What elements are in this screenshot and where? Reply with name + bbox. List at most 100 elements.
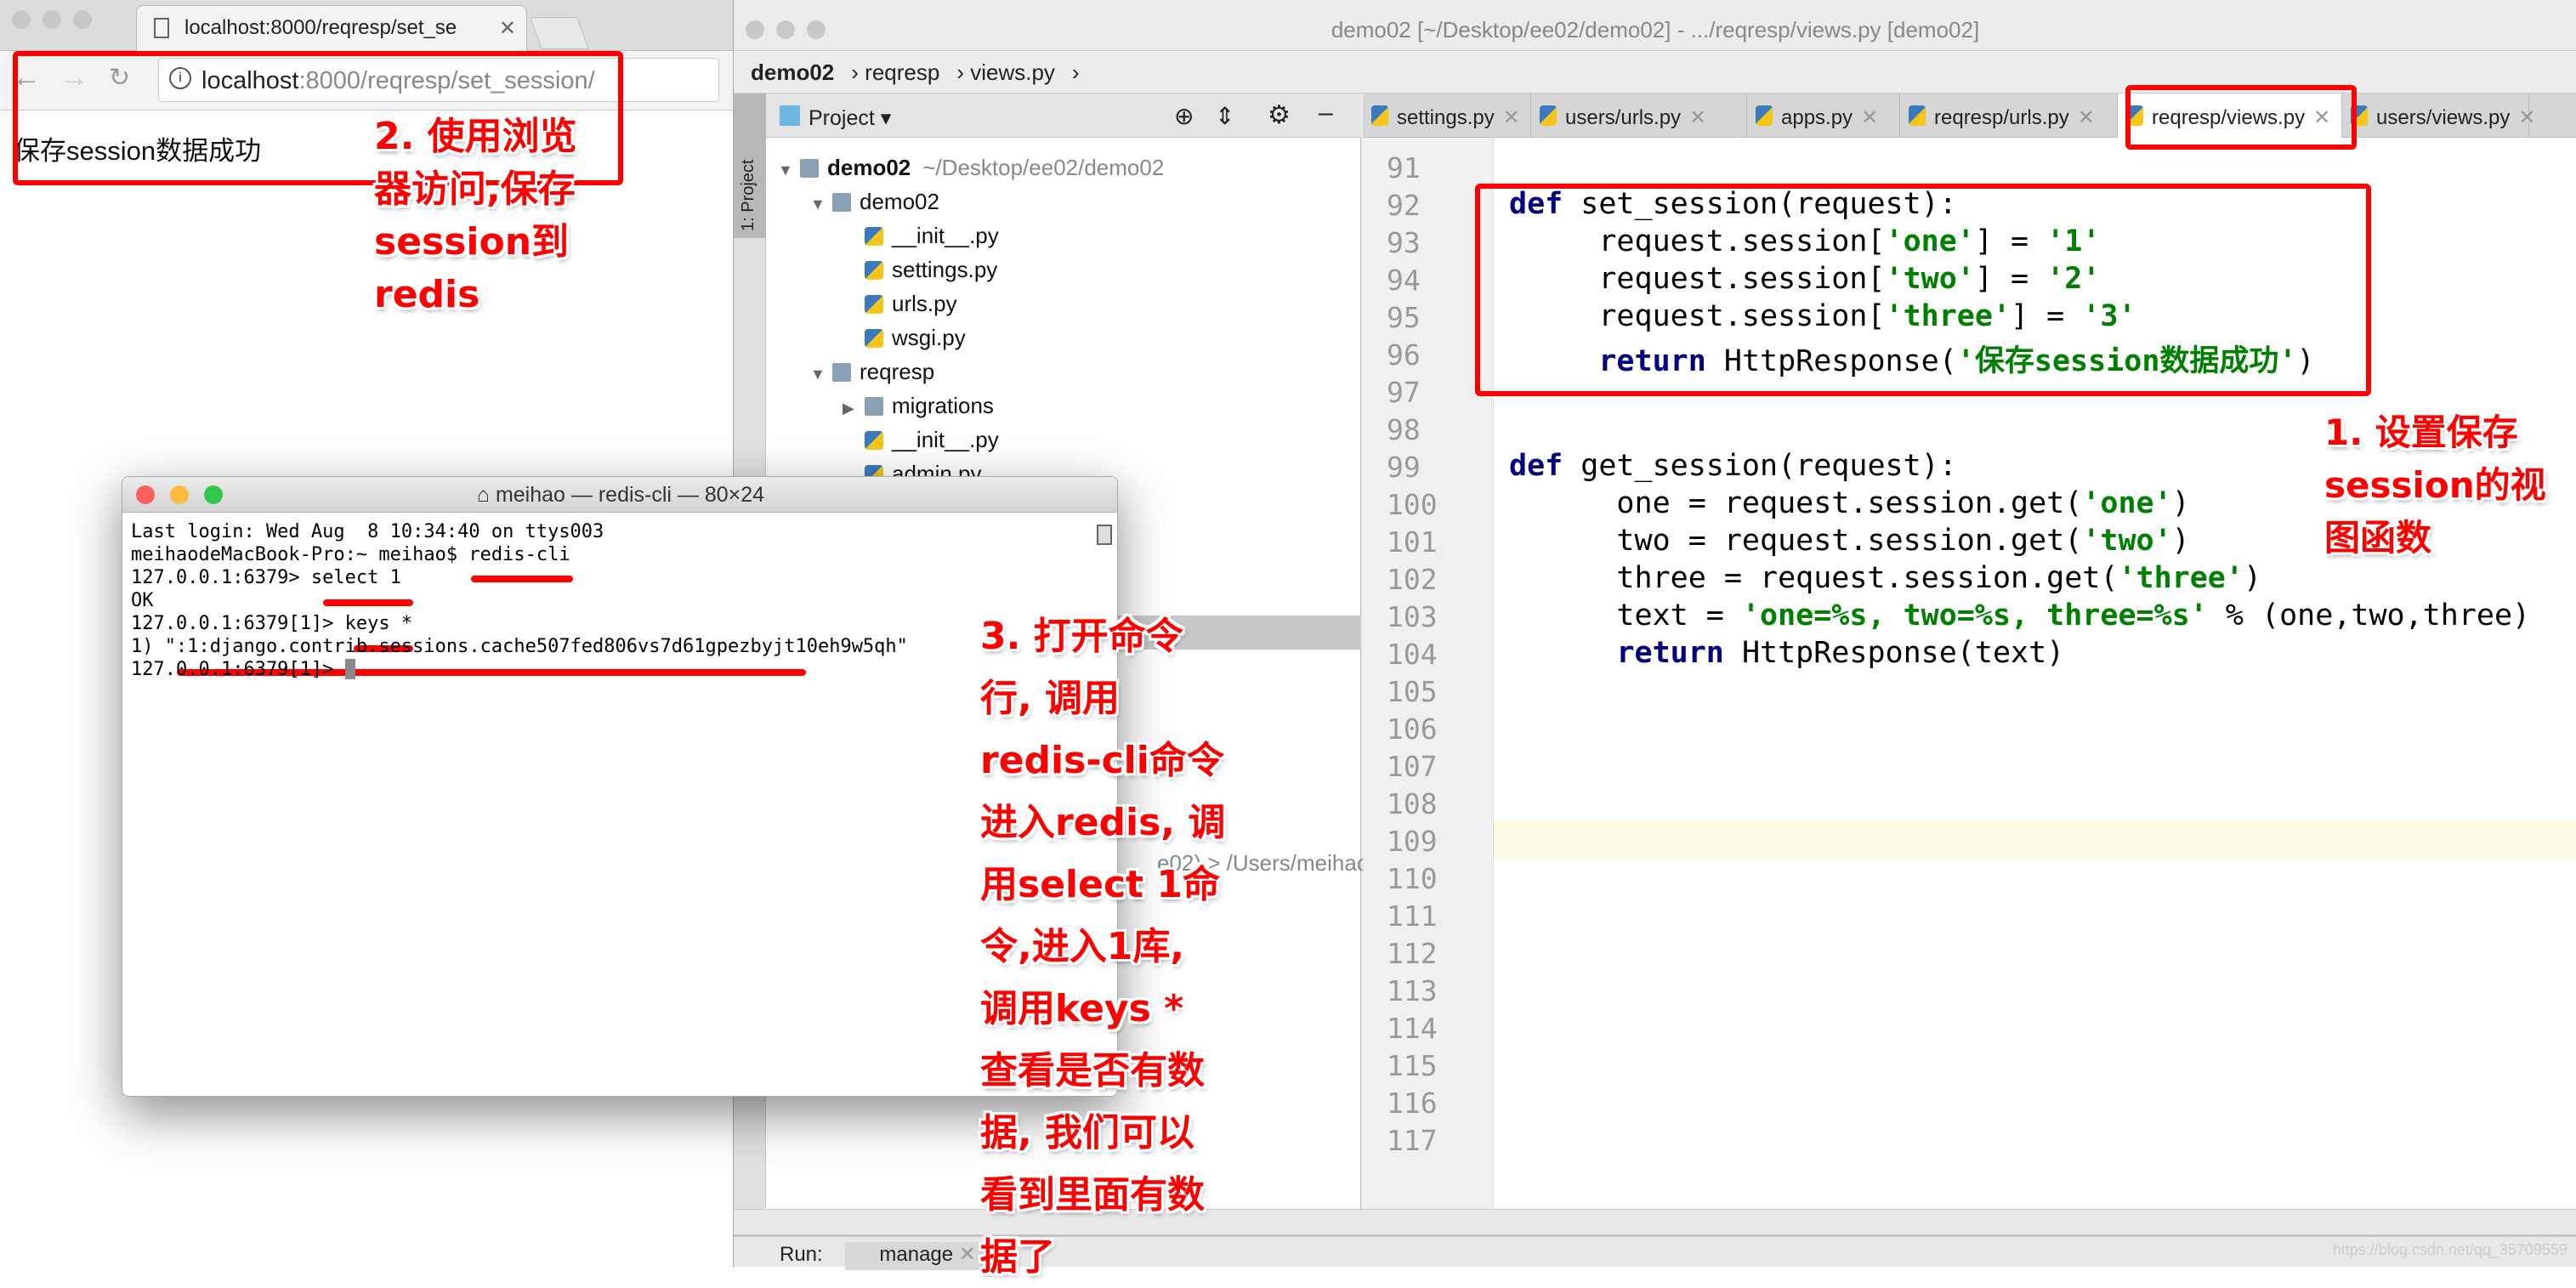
annotation-line: session到 <box>374 220 570 264</box>
close-tab-icon[interactable]: ✕ <box>2518 106 2535 129</box>
run-tab-label: manage <box>879 1243 954 1266</box>
folder-icon <box>832 363 851 382</box>
browser-tab[interactable]: localhost:8000/reqresp/set_se ✕ <box>136 5 527 51</box>
line-number: 97 <box>1387 376 1421 409</box>
expand-arrow-icon[interactable]: ▼ <box>810 196 832 213</box>
collapse-icon[interactable]: ⇕ <box>1215 102 1234 130</box>
line-number: 111 <box>1387 899 1438 933</box>
close-tab-icon[interactable]: ✕ <box>1503 106 1520 129</box>
terminal-line: OK <box>131 590 154 611</box>
code-line: two = request.session.get('two') <box>1509 524 2189 558</box>
tab-apps-py[interactable]: apps.py ✕ <box>1747 94 1900 138</box>
close-icon[interactable]: ✕ <box>959 1243 976 1266</box>
hide-panel-icon[interactable]: – <box>1319 99 1333 128</box>
close-window-button[interactable] <box>136 485 155 504</box>
expand-arrow-icon[interactable]: ▼ <box>810 366 832 383</box>
code-line: return HttpResponse(text) <box>1509 636 2064 670</box>
line-number: 93 <box>1387 226 1421 259</box>
terminal-line-text: 127.0.0.1:6379> select 1 <box>131 567 401 588</box>
tree-item-label: migrations <box>892 393 994 418</box>
terminal-line-text: 127.0.0.1:6379[1]> <box>131 659 345 680</box>
line-number: 107 <box>1387 750 1438 783</box>
tree-item[interactable]: settings.py <box>843 257 997 283</box>
maximize-window-button[interactable] <box>807 20 826 39</box>
close-tab-icon[interactable]: ✕ <box>2078 106 2095 129</box>
annotation-line: 器访问,保存 <box>374 167 576 211</box>
python-file-icon <box>865 431 883 450</box>
expand-arrow-icon[interactable]: ▼ <box>778 162 800 179</box>
python-file-icon <box>865 295 883 314</box>
line-number: 100 <box>1387 488 1438 521</box>
line-number: 114 <box>1387 1012 1438 1045</box>
tree-item-label: demo02 <box>860 189 939 214</box>
tree-item[interactable]: wsgi.py <box>843 325 966 351</box>
maximize-window-button[interactable] <box>73 10 92 29</box>
annotation-box-code <box>1475 184 2371 396</box>
code-line: three = request.session.get('three') <box>1509 561 2261 595</box>
tab-users-views-py[interactable]: users/views.py ✕ <box>2342 94 2536 138</box>
scroll-icon[interactable] <box>1097 525 1112 545</box>
annotation-line: 调用keys * <box>980 987 1184 1030</box>
close-window-button[interactable] <box>12 10 31 29</box>
annotation-line: redis <box>374 273 480 316</box>
annotation-line: 查看是否有数 <box>980 1049 1205 1092</box>
string-literal: 'two' <box>2082 524 2172 558</box>
tab-reqresp-urls-py[interactable]: reqresp/urls.py ✕ <box>1900 94 2118 138</box>
close-tab-icon[interactable]: ✕ <box>499 16 516 41</box>
expand-arrow-icon[interactable]: ▶ <box>843 400 865 417</box>
terminal-line: 127.0.0.1:6379[1]> <box>131 659 355 680</box>
annotation-line: session的视 <box>2324 464 2546 506</box>
gear-icon[interactable]: ⚙ <box>1268 100 1291 130</box>
tree-item-label: settings.py <box>892 257 998 282</box>
tree-item[interactable]: ▼ reqresp <box>810 359 934 385</box>
minimize-window-button[interactable] <box>170 485 189 504</box>
underline-redis-cli <box>471 576 573 582</box>
annotation-line: 令,进入1库, <box>980 925 1185 968</box>
close-tab-icon[interactable]: ✕ <box>1689 106 1706 129</box>
maximize-window-button[interactable] <box>204 485 223 504</box>
tree-item[interactable]: ▶ migrations <box>843 393 994 419</box>
run-tab-manage[interactable]: manage ✕ <box>845 1242 986 1270</box>
tree-item[interactable]: __init__.py <box>843 223 999 249</box>
terminal-line: 127.0.0.1:6379> select 1 <box>131 567 401 588</box>
string-literal: 'one' <box>2082 486 2172 520</box>
folder-icon <box>832 193 851 212</box>
folder-icon <box>800 159 819 178</box>
annotation-line: 据了 <box>980 1235 1055 1279</box>
python-file-icon <box>865 329 883 348</box>
tab-settings-py[interactable]: settings.py ✕ <box>1363 94 1531 138</box>
watermark: https://blog.csdn.net/qq_35709559 <box>2332 1241 2567 1258</box>
breadcrumb-project[interactable]: demo02 <box>751 60 834 85</box>
minimize-window-button[interactable] <box>43 10 61 29</box>
line-number: 105 <box>1387 675 1438 708</box>
terminal-window: ⌂ meihao — redis-cli — 80×24 Last login:… <box>122 476 1118 1097</box>
project-view-selector[interactable]: Project ▾ <box>809 106 891 130</box>
breadcrumb-file[interactable]: views.py <box>970 60 1055 85</box>
new-tab-button[interactable] <box>530 17 589 49</box>
close-tab-icon[interactable]: ✕ <box>1861 106 1878 129</box>
close-window-button[interactable] <box>746 20 764 39</box>
current-line-highlight <box>1494 821 2576 859</box>
tab-users-urls-py[interactable]: users/urls.py ✕ <box>1531 94 1747 138</box>
code-text: text = <box>1509 599 1742 633</box>
annotation-line: 行, 调用 <box>980 677 1121 720</box>
terminal-line: 127.0.0.1:6379[1]> keys * <box>131 613 412 634</box>
line-number: 96 <box>1387 338 1421 372</box>
tree-item[interactable]: ▼ demo02 ~/Desktop/ee02/demo02 <box>778 155 1164 181</box>
breadcrumb-folder[interactable]: reqresp <box>865 60 939 85</box>
tree-item[interactable]: urls.py <box>843 291 957 317</box>
ide-title: demo02 [~/Desktop/ee02/demo02] - .../req… <box>1331 17 1980 43</box>
line-number: 103 <box>1387 600 1438 633</box>
line-number: 101 <box>1387 525 1438 559</box>
annotation-line: 图函数 <box>2324 517 2432 559</box>
tree-item[interactable]: ▼ demo02 <box>810 189 939 215</box>
project-tool-button[interactable]: 1: Project <box>734 94 766 238</box>
annotation-step1: 1. 设置保存 session的视 图函数 <box>2324 406 2546 565</box>
line-number: 92 <box>1387 189 1421 222</box>
locate-icon[interactable]: ⊕ <box>1174 102 1194 130</box>
tree-item-label: reqresp <box>860 359 935 384</box>
minimize-window-button[interactable] <box>776 20 795 39</box>
line-number: 117 <box>1387 1124 1438 1157</box>
tree-item[interactable]: __init__.py <box>843 427 999 453</box>
line-number: 104 <box>1387 638 1438 671</box>
